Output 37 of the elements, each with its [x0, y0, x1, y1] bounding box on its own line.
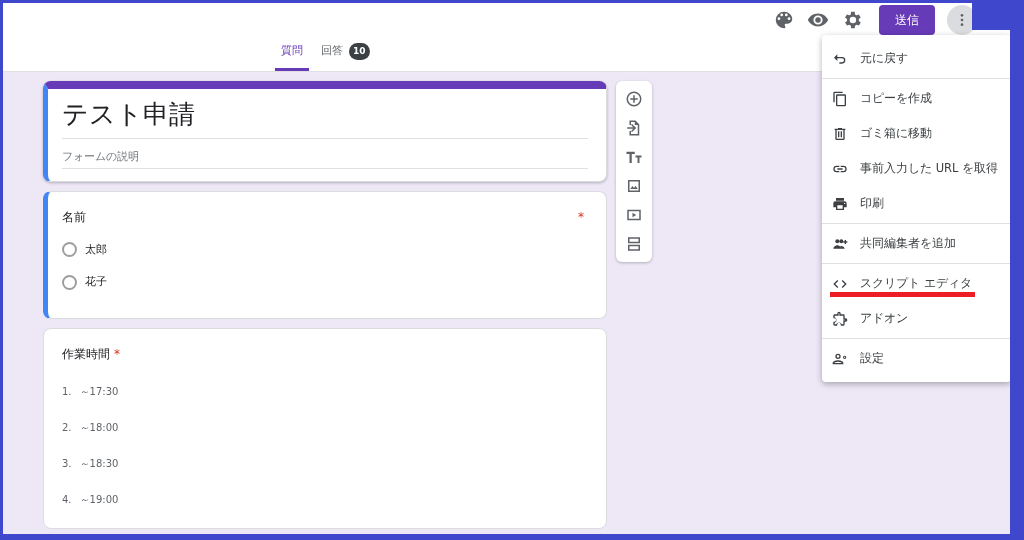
radio-button[interactable] — [62, 242, 77, 258]
add-icon — [625, 90, 643, 109]
menu-item[interactable]: コピーを作成 — [822, 81, 1010, 116]
menu-item[interactable]: スクリプト エディタ — [822, 266, 1010, 301]
radio-button[interactable] — [62, 274, 77, 290]
menu-item[interactable]: ゴミ箱に移動 — [822, 116, 1010, 151]
option-label: 花子 — [85, 274, 107, 290]
list-number: 3. — [62, 456, 72, 471]
menu-item[interactable]: 事前入力した URL を取得 — [822, 151, 1010, 186]
list-item: ～18:00 — [79, 420, 119, 435]
list-item: ～18:30 — [79, 456, 119, 471]
tab[interactable]: 回答 10 — [315, 38, 376, 71]
puzzle-icon — [832, 310, 848, 327]
list-number: 4. — [62, 492, 72, 507]
menu-item[interactable]: アドオン — [822, 301, 1010, 336]
trash-icon — [832, 125, 848, 142]
copy-icon — [832, 90, 848, 107]
menu-item[interactable]: 共同編集者を追加 — [822, 226, 1010, 261]
required-mark: * — [578, 208, 584, 226]
question-title: 作業時間 — [62, 345, 110, 363]
menu-item[interactable]: 設定 — [822, 341, 1010, 376]
option-label: 太郎 — [85, 241, 107, 258]
list-item: ～19:00 — [79, 492, 119, 507]
section-icon — [625, 235, 643, 254]
send-button[interactable]: 送信 — [879, 5, 935, 35]
list-number: 1. — [62, 384, 72, 399]
menu-item[interactable]: 印刷 — [822, 186, 1010, 221]
required-mark: * — [114, 345, 120, 363]
question-title: 名前 — [62, 208, 86, 226]
palette-icon — [773, 9, 795, 31]
list-item: ～17:30 — [79, 384, 119, 399]
tab[interactable]: 質問 — [275, 38, 309, 71]
form-title: テスト申請 — [62, 95, 588, 139]
printer-icon — [832, 195, 848, 212]
menu-item[interactable]: 元に戻す — [822, 41, 1010, 76]
count-badge: 10 — [349, 42, 370, 60]
list-number: 2. — [62, 420, 72, 435]
